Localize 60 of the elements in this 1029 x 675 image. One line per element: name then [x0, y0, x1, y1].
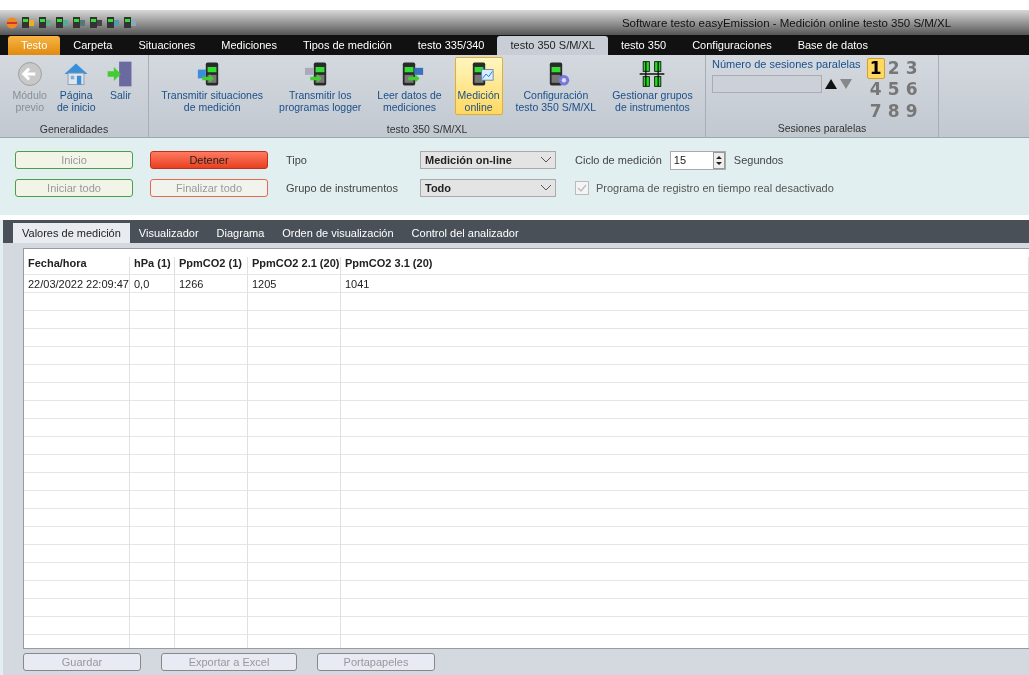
toolbar-tool-icon[interactable]: [38, 16, 52, 29]
ribbon-button[interactable]: Medición online: [454, 57, 503, 115]
view-tab[interactable]: Orden de visualización: [273, 223, 403, 243]
ribbon-button[interactable]: Transmitir los programas logger: [276, 57, 365, 115]
table-cell: 1205: [248, 275, 341, 292]
ribbon-button[interactable]: Transmitir situaciones de medición: [158, 57, 267, 115]
field-label: Ciclo de medición: [575, 154, 662, 166]
view-tab[interactable]: Control del analizador: [402, 223, 528, 243]
dropdown[interactable]: Todo: [420, 179, 556, 197]
group-label: testo 350 S/M/XL: [386, 123, 468, 135]
ribbon-button[interactable]: Leer datos de mediciones: [374, 57, 445, 115]
unit-label: Segundos: [733, 154, 784, 166]
session-number[interactable]: 1: [866, 58, 885, 80]
toolbar-tool-icon[interactable]: [106, 16, 120, 29]
column-header[interactable]: PpmCO2 (1): [175, 257, 248, 274]
field-label: Grupo de instrumentos: [286, 182, 399, 194]
toolbar-tool-icon[interactable]: [89, 16, 103, 29]
toolbar-tool-icon[interactable]: [123, 16, 137, 29]
table-cell: 1266: [175, 275, 248, 292]
table-cell: 1041: [341, 275, 1029, 292]
spin-buttons-icon[interactable]: [712, 151, 725, 169]
dropdown[interactable]: Medición on-line: [420, 151, 556, 169]
ribbon-tab[interactable]: testo 335/340: [404, 36, 498, 55]
up-arrow-icon[interactable]: [825, 79, 837, 89]
checkbox-label: Programa de registro en tiempo real desactivado: [596, 182, 834, 194]
app-logo-icon: [6, 16, 18, 29]
column-header[interactable]: Fecha/hora: [24, 257, 130, 274]
view-tab[interactable]: Visualizador: [129, 223, 208, 243]
ribbon-tab[interactable]: Configuraciones: [679, 36, 785, 55]
column-header[interactable]: PpmCO2 3.1 (20): [341, 257, 1029, 274]
ribbon-tab[interactable]: Base de datos: [784, 36, 881, 55]
table-cell: 22/03/2022 22:09:47: [24, 275, 130, 292]
ribbon-tab[interactable]: testo 350 S/M/XL: [497, 36, 608, 55]
stop-button[interactable]: Detener: [150, 151, 268, 169]
view-tab[interactable]: Valores de medición: [13, 223, 130, 243]
sessions-label: Número de sesiones paralelas: [712, 58, 861, 70]
chevron-down-icon[interactable]: [541, 157, 551, 163]
toolbar-tool-icon[interactable]: [21, 16, 35, 29]
view-tab[interactable]: Diagrama: [207, 223, 274, 243]
chevron-down-icon[interactable]: [541, 185, 551, 191]
toolbar-tool-icon[interactable]: [55, 16, 69, 29]
sessions-field[interactable]: [712, 75, 822, 93]
spin-field[interactable]: 15: [669, 150, 726, 170]
window-title: Software testo easyEmission - Medición online testo 350 S/M/XL: [620, 16, 953, 29]
ribbon-tab[interactable]: Tipos de medición: [289, 36, 405, 55]
field-label: Tipo: [286, 154, 308, 166]
ribbon-button[interactable]: Salir: [102, 57, 139, 103]
group-label: Generalidades: [39, 123, 109, 135]
ribbon-button[interactable]: Página de inicio: [53, 57, 99, 115]
group-label: Sesiones paralelas: [777, 122, 867, 134]
ribbon-tab[interactable]: testo 350: [607, 36, 680, 55]
column-header[interactable]: PpmCO2 2.1 (20): [248, 257, 341, 274]
ribbon-tab[interactable]: Situaciones: [125, 36, 209, 55]
table-cell: 0,0: [130, 275, 175, 292]
column-header[interactable]: hPa (1): [130, 257, 175, 274]
ribbon-tab[interactable]: Mediciones: [208, 36, 290, 55]
ribbon-tab[interactable]: Carpeta: [60, 36, 126, 55]
toolbar-tool-icon[interactable]: [72, 16, 86, 29]
ribbon-button[interactable]: Gestionar grupos de instrumentos: [609, 57, 696, 115]
ribbon-button[interactable]: Configuración testo 350 S/M/XL: [512, 57, 600, 115]
